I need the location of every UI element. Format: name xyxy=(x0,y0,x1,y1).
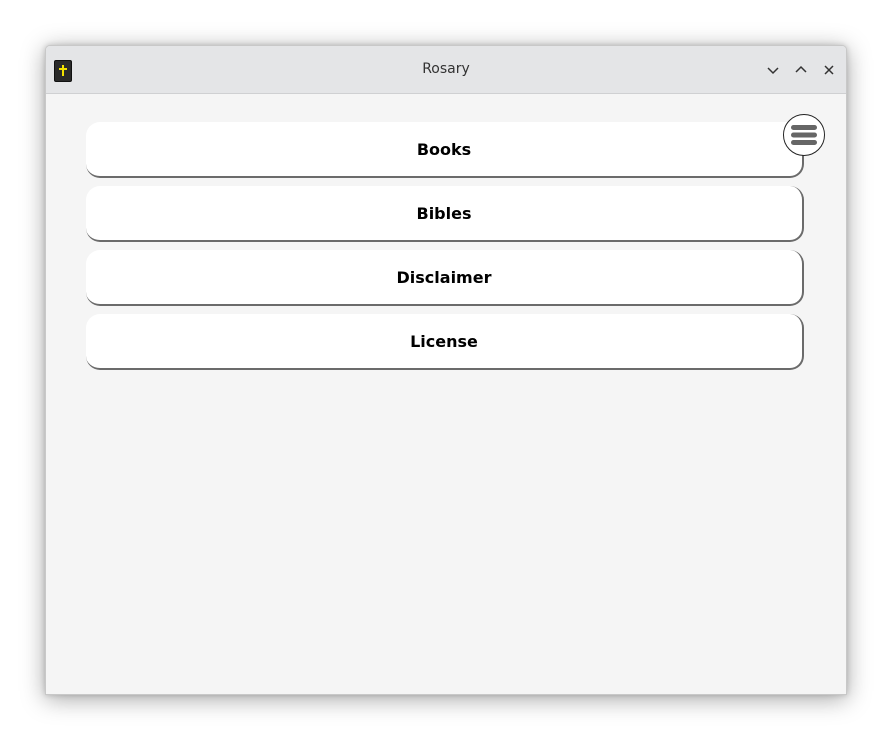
books-button[interactable]: Books xyxy=(86,122,804,178)
disclaimer-button-label: Disclaimer xyxy=(396,267,492,287)
bibles-button-label: Bibles xyxy=(416,203,472,223)
bibles-button[interactable]: Bibles xyxy=(86,186,804,242)
chevron-down-icon xyxy=(767,67,779,75)
chevron-up-icon xyxy=(795,65,807,73)
main-content: Books Bibles Disclaimer License xyxy=(46,94,846,694)
hamburger-menu-button[interactable] xyxy=(783,114,825,156)
hamburger-menu-icon xyxy=(791,125,817,145)
app-window: Rosary Books Bibles Disclaimer License xyxy=(45,45,847,695)
license-button-label: License xyxy=(410,331,478,351)
books-button-label: Books xyxy=(416,139,472,159)
close-button[interactable] xyxy=(820,61,838,79)
disclaimer-button[interactable]: Disclaimer xyxy=(86,250,804,306)
title-bar[interactable]: Rosary xyxy=(46,46,846,94)
license-button[interactable]: License xyxy=(86,314,804,370)
minimize-button[interactable] xyxy=(764,61,782,79)
window-title: Rosary xyxy=(422,61,470,77)
maximize-button[interactable] xyxy=(792,61,810,79)
desktop: Rosary Books Bibles Disclaimer License xyxy=(0,0,890,738)
close-icon xyxy=(824,65,834,75)
